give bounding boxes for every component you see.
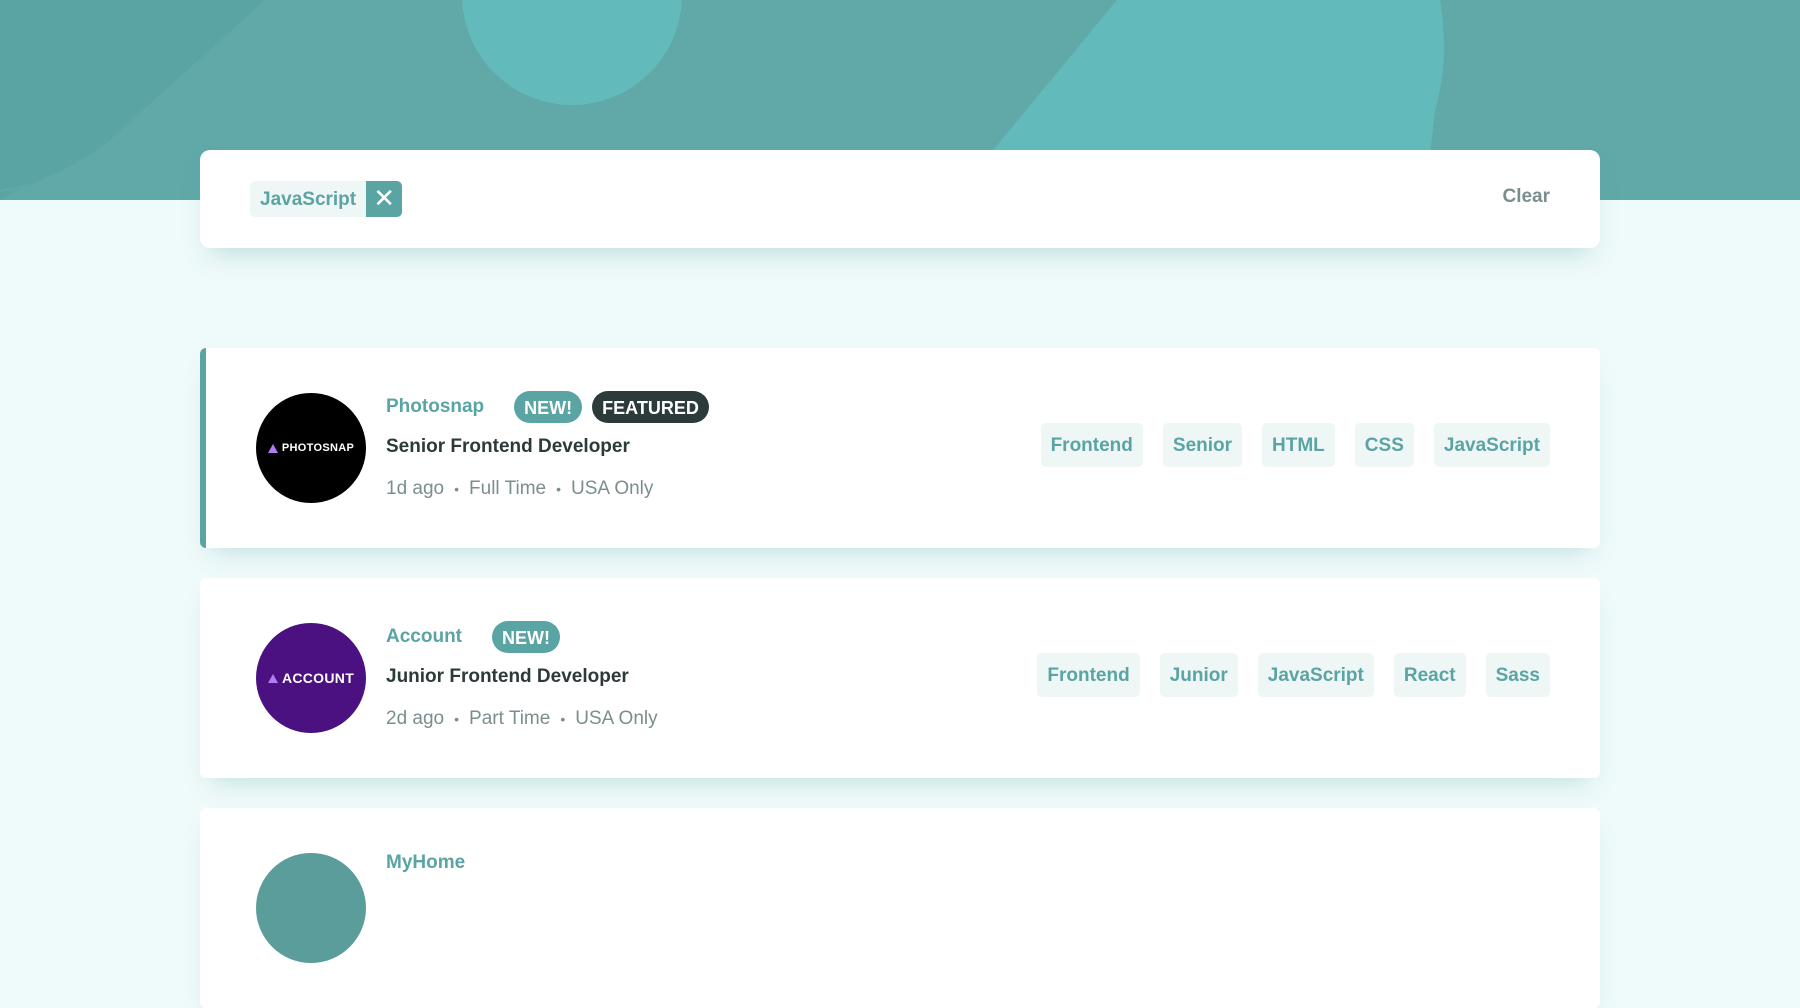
contract-type: Part Time <box>469 708 551 729</box>
job-card-myhome: MyHome <box>200 808 1600 1008</box>
company-name: Account <box>386 626 462 647</box>
tag-button[interactable]: JavaScript <box>1257 653 1374 697</box>
company-logo <box>256 853 366 963</box>
triangle-icon <box>267 443 278 453</box>
tag-button[interactable]: HTML <box>1262 423 1335 467</box>
posted-at: 1d ago <box>386 478 445 499</box>
job-tags: Frontend Senior HTML CSS JavaScript <box>1040 423 1550 467</box>
job-card-photosnap: PHOTOSNAP Photosnap NEW! FEATURED Senior… <box>200 348 1600 548</box>
company-name: Photosnap <box>386 396 485 417</box>
company-row: Account NEW! <box>386 618 658 656</box>
tag-button[interactable]: React <box>1393 653 1466 697</box>
job-location: USA Only <box>575 708 658 729</box>
company-logo: ACCOUNT <box>256 623 366 733</box>
close-icon[interactable]: ✕ <box>366 181 403 217</box>
job-meta: 2d ago • Part Time • USA Only <box>386 708 658 730</box>
job-position[interactable]: Junior Frontend Developer <box>386 666 658 688</box>
filter-chip-label: JavaScript <box>250 181 367 217</box>
job-tags: Frontend Junior JavaScript React Sass <box>1037 653 1550 697</box>
job-meta: 1d ago • Full Time • USA Only <box>386 478 719 500</box>
company-row: MyHome <box>386 850 495 876</box>
filter-chip-javascript: JavaScript ✕ <box>250 181 403 217</box>
job-info: Photosnap NEW! FEATURED Senior Frontend … <box>386 388 719 500</box>
new-badge: NEW! <box>492 621 560 653</box>
company-logo: PHOTOSNAP <box>256 393 366 503</box>
filter-bar: JavaScript ✕ Clear <box>200 150 1600 248</box>
tag-button[interactable]: CSS <box>1354 423 1414 467</box>
tag-button[interactable]: Frontend <box>1037 653 1140 697</box>
triangle-icon <box>267 673 278 683</box>
job-location: USA Only <box>571 478 654 499</box>
tag-button[interactable]: JavaScript <box>1433 423 1550 467</box>
contract-type: Full Time <box>469 478 547 499</box>
job-info: MyHome <box>386 850 495 876</box>
job-info: Account NEW! Junior Frontend Developer 2… <box>386 618 658 730</box>
logo-text: PHOTOSNAP <box>281 442 355 454</box>
logo-text: ACCOUNT <box>281 670 355 686</box>
separator-dot-icon: • <box>556 481 562 497</box>
company-name: MyHome <box>386 852 466 873</box>
separator-dot-icon: • <box>560 711 566 727</box>
company-row: Photosnap NEW! FEATURED <box>386 388 719 426</box>
posted-at: 2d ago <box>386 708 445 729</box>
clear-button[interactable]: Clear <box>1502 186 1550 208</box>
tag-button[interactable]: Sass <box>1485 653 1550 697</box>
featured-badge: FEATURED <box>592 391 709 423</box>
tag-button[interactable]: Frontend <box>1040 423 1143 467</box>
job-card-account: ACCOUNT Account NEW! Junior Frontend Dev… <box>200 578 1600 778</box>
separator-dot-icon: • <box>454 711 460 727</box>
separator-dot-icon: • <box>454 481 460 497</box>
tag-button[interactable]: Senior <box>1162 423 1243 467</box>
tag-button[interactable]: Junior <box>1159 653 1238 697</box>
new-badge: NEW! <box>514 391 583 423</box>
job-position[interactable]: Senior Frontend Developer <box>386 436 719 458</box>
